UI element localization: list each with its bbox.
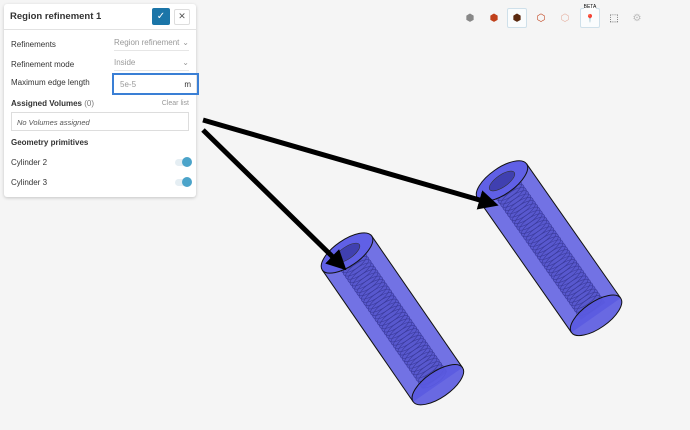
primitive-name: Cylinder 3: [11, 178, 48, 187]
solid-view-icon[interactable]: ⬢: [484, 8, 504, 28]
region-refinement-panel: Region refinement 1 ✓ ✕ Refinements Regi…: [4, 4, 199, 197]
max-edge-length-input[interactable]: 5e-5 m: [112, 73, 199, 95]
assigned-count: (0): [84, 99, 94, 108]
panel-title: Region refinement 1: [10, 11, 102, 22]
cylinder-3-toggle[interactable]: [175, 177, 192, 187]
edge-value: 5e-5: [120, 79, 137, 89]
pin-icon: 📍: [585, 13, 595, 23]
check-icon: ✓: [156, 11, 166, 22]
mode-select[interactable]: Inside ⌄: [114, 58, 189, 71]
close-icon: ✕: [178, 11, 186, 21]
assigned-label: Assigned Volumes: [11, 99, 82, 108]
beta-badge: BETA: [583, 4, 597, 10]
clear-list-button[interactable]: Clear list: [162, 100, 189, 107]
cylinder-3[interactable]: [470, 153, 628, 343]
refinements-label: Refinements: [11, 40, 56, 49]
refinements-value: Region refinement: [114, 38, 180, 47]
assigned-volumes-box[interactable]: No Volumes assigned: [11, 112, 189, 131]
probe-point-button[interactable]: BETA 📍: [580, 4, 600, 28]
confirm-button[interactable]: ✓: [152, 8, 170, 25]
edges-view-icon[interactable]: ⬡: [531, 8, 551, 28]
cylinder-2[interactable]: [315, 225, 470, 412]
edge-unit: m: [184, 79, 191, 89]
solid-edges-view-icon[interactable]: ⬢: [507, 8, 527, 28]
cylinder-2-toggle[interactable]: [175, 157, 192, 167]
chevron-down-icon: ⌄: [182, 38, 189, 47]
close-button[interactable]: ✕: [174, 8, 190, 25]
mode-label: Refinement mode: [11, 60, 75, 69]
arrow-to-cylinder-2: [201, 128, 347, 271]
primitive-name: Cylinder 2: [11, 158, 48, 167]
arrow-to-cylinder-3: [202, 117, 499, 210]
mode-value: Inside: [114, 58, 136, 67]
box-select-icon[interactable]: ⬚: [604, 8, 624, 28]
refinements-select[interactable]: Region refinement ⌄: [114, 38, 189, 51]
transparent-view-icon[interactable]: ⬡: [555, 8, 575, 28]
chevron-down-icon: ⌄: [182, 58, 189, 67]
primitives-label: Geometry primitives: [11, 138, 89, 147]
view-cube-icon[interactable]: ⬢: [460, 8, 480, 28]
settings-icon[interactable]: ⚙: [627, 8, 647, 28]
